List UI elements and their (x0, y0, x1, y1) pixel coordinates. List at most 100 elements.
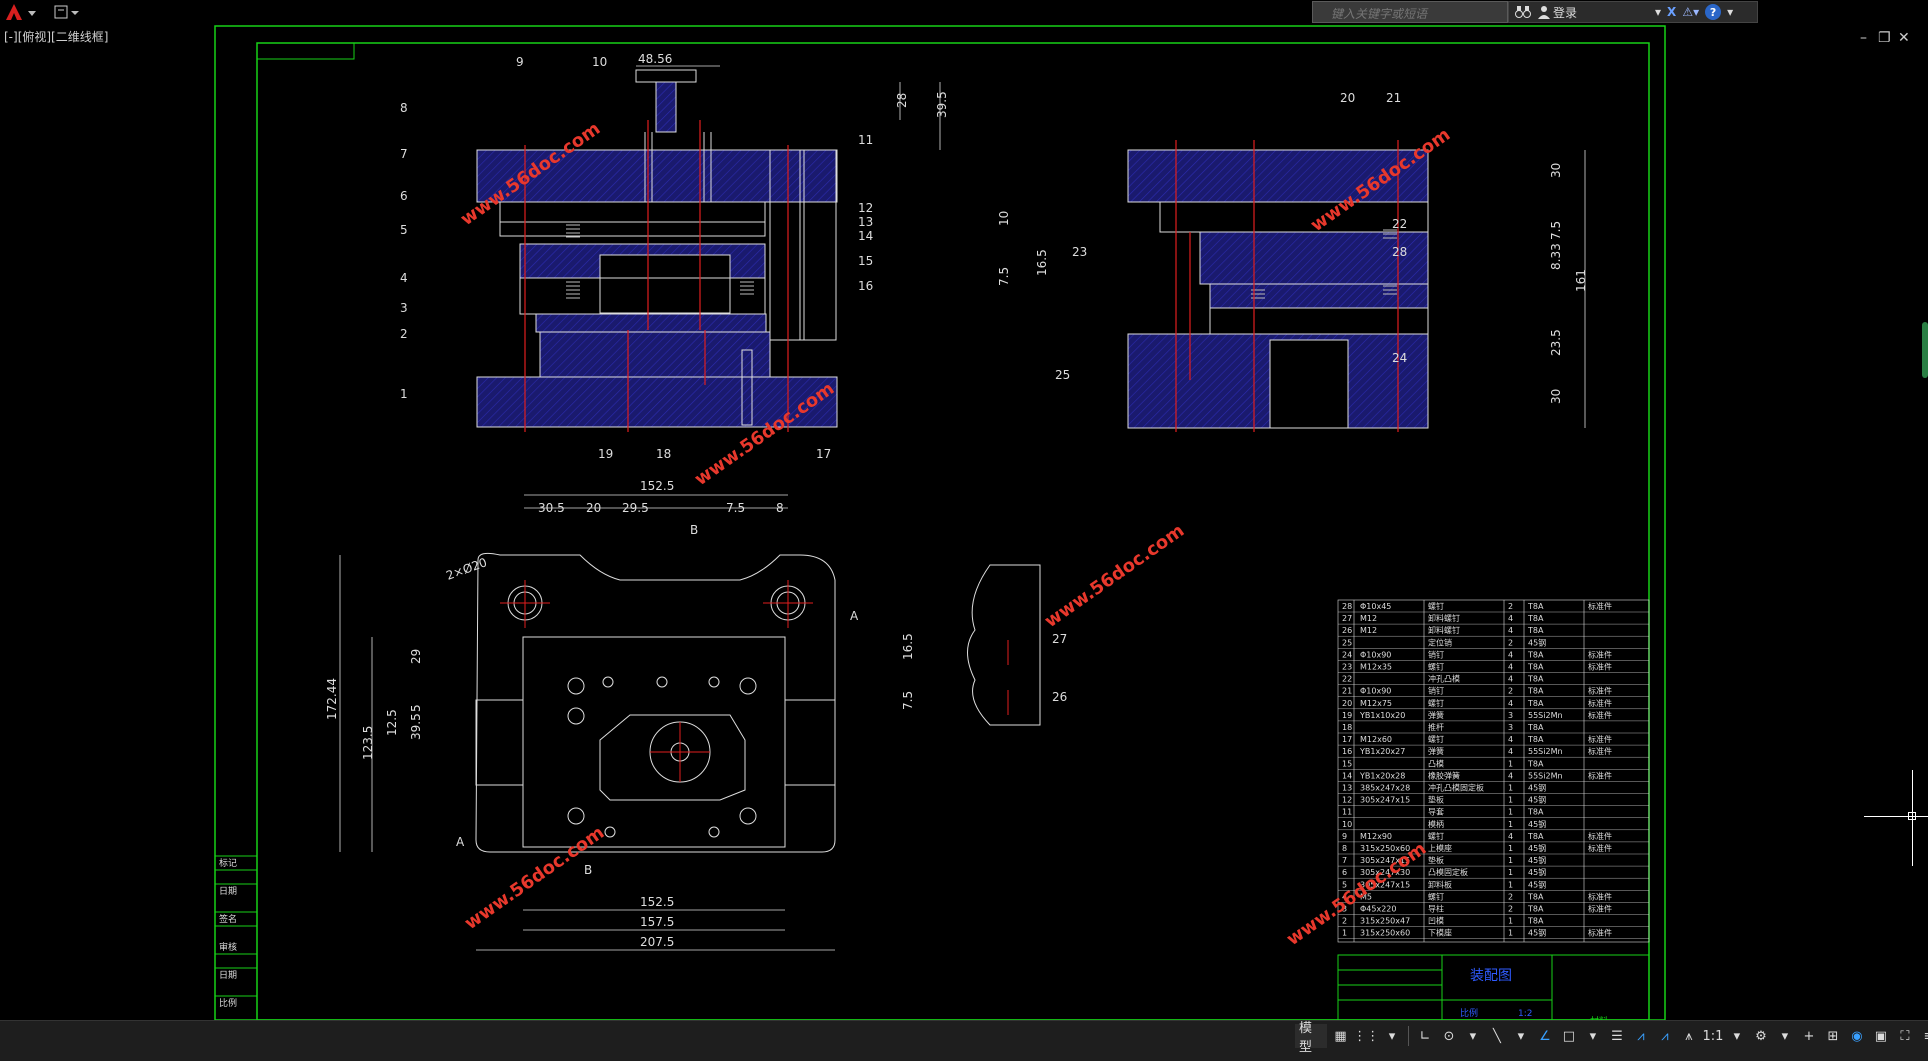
bom-cell: T8A (1527, 892, 1544, 901)
part-callout-number: 8 (400, 101, 408, 115)
bom-cell: 标准件 (1588, 734, 1612, 744)
bom-cell: 4 (1508, 626, 1513, 635)
isodraft-icon[interactable]: ╲ (1487, 1024, 1507, 1048)
bom-cell: 螺钉 (1428, 734, 1444, 744)
workspace-dropdown-icon[interactable]: ▾ (1775, 1024, 1795, 1048)
polar-dropdown-icon[interactable]: ▾ (1463, 1024, 1483, 1048)
units-icon[interactable]: ⊞ (1823, 1024, 1843, 1048)
model-space-toggle[interactable]: 模型 (1295, 1021, 1327, 1055)
login-dropdown-icon[interactable]: ▾ (1655, 5, 1661, 19)
bom-cell: 卸料螺钉 (1428, 613, 1460, 623)
ortho-icon[interactable]: ∟ (1415, 1024, 1435, 1048)
bom-cell: 凸模 (1428, 758, 1444, 768)
bom-row: 15 凸模 1 T8A (1342, 758, 1544, 768)
bom-cell: 卸料螺钉 (1428, 625, 1460, 635)
bom-cell: 27 (1342, 614, 1352, 623)
part-callout-number: 18 (656, 447, 671, 461)
snap-dropdown-icon[interactable]: ▾ (1382, 1024, 1402, 1048)
annotation-scale-dropdown-icon[interactable]: ▾ (1727, 1024, 1747, 1048)
dimension-text: 23.5 (1549, 329, 1563, 356)
bom-cell: 冲孔凸模 (1428, 674, 1460, 684)
drawing-canvas[interactable]: 标记日期签名审核日期比例 28 Φ10x45 螺钉 2 T8A 标准件27 M1… (0, 24, 1928, 1020)
bom-cell: 推杆 (1428, 722, 1444, 732)
bom-cell: 2 (1508, 687, 1513, 696)
bom-cell: 2 (1508, 905, 1513, 914)
add-scale-icon[interactable]: + (1799, 1024, 1819, 1048)
bom-cell: 导柱 (1428, 904, 1444, 914)
bom-cell: Φ10x45 (1360, 602, 1391, 611)
bom-row: 3 Φ45x220 导柱 2 T8A 标准件 (1342, 904, 1612, 914)
dimension-text: 207.5 (640, 935, 674, 949)
bom-cell: 18 (1342, 723, 1352, 732)
object-snap-dropdown-icon[interactable]: ▾ (1583, 1024, 1603, 1048)
workspace-gear-icon[interactable]: ⚙ (1751, 1024, 1771, 1048)
login-button[interactable]: 登录 (1553, 4, 1577, 21)
bom-cell: 2 (1508, 638, 1513, 647)
bom-cell: 8 (1342, 844, 1347, 853)
bom-cell: 螺钉 (1428, 601, 1444, 611)
part-callout-number: 22 (1392, 217, 1407, 231)
part-callout-number: 6 (400, 189, 408, 203)
hardware-acceleration-icon[interactable]: ▣ (1871, 1024, 1891, 1048)
bom-cell: T8A (1527, 735, 1544, 744)
part-callout-number: 3 (400, 301, 408, 315)
isolate-objects-icon[interactable]: ◉ (1847, 1024, 1867, 1048)
object-snap-icon[interactable]: □ (1559, 1024, 1579, 1048)
customization-menu-icon[interactable]: ≡ (1919, 1024, 1928, 1048)
isodraft-dropdown-icon[interactable]: ▾ (1511, 1024, 1531, 1048)
title-block (1337, 954, 1650, 1020)
search-input[interactable] (1312, 1, 1508, 23)
bom-cell: 55Si2Mn (1528, 711, 1563, 720)
dimension-text: 157.5 (640, 915, 674, 929)
section-label: A (456, 835, 465, 849)
scale-value: 1:2 (1518, 1009, 1532, 1019)
object-snap-tracking-icon[interactable]: ∠ (1535, 1024, 1555, 1048)
dimension-text: 39.5 (409, 713, 423, 740)
selection-cycling-icon[interactable]: ⩘ (1655, 1024, 1675, 1048)
bom-row: 24 Φ10x90 销钉 4 T8A 标准件 (1342, 649, 1612, 659)
help-button[interactable]: ? (1705, 4, 1722, 20)
bom-row: 4 M5 螺钉 2 T8A 标准件 (1342, 891, 1612, 901)
transparency-icon[interactable]: ⩘ (1631, 1024, 1651, 1048)
bom-cell: 橡胶弹簧 (1428, 770, 1460, 780)
bom-cell: 11 (1342, 808, 1352, 817)
bom-row: 13 385x247x28 冲孔凸模固定板 1 45钢 (1342, 783, 1546, 793)
polar-tracking-icon[interactable]: ⊙ (1439, 1024, 1459, 1048)
hole-dimension-text: 2×Ø20 (444, 555, 489, 583)
bom-cell: 1 (1508, 784, 1513, 793)
bom-cell: T8A (1527, 905, 1544, 914)
bom-cell: M12x35 (1360, 663, 1392, 672)
annotation-scale-value[interactable]: 1:1 (1702, 1024, 1723, 1048)
bom-row: 28 Φ10x45 螺钉 2 T8A 标准件 (1342, 601, 1612, 611)
section-label: B (584, 863, 592, 877)
bom-cell: 26 (1342, 626, 1352, 635)
part-callout-number: 27 (1052, 632, 1067, 646)
bom-cell: 3 (1508, 711, 1513, 720)
quick-access-save-icon[interactable] (50, 2, 84, 22)
clean-screen-icon[interactable]: ⛶ (1895, 1024, 1915, 1048)
watermark-text: www.56doc.com (1041, 520, 1188, 632)
stay-connected-icon[interactable]: ⚠▾ (1682, 5, 1699, 19)
bom-cell: Φ10x90 (1360, 650, 1391, 659)
dimension-text: 39.5 (935, 91, 949, 118)
revision-strip-label: 日期 (219, 970, 237, 981)
plan-view (475, 552, 836, 853)
binoculars-icon[interactable] (1515, 5, 1531, 19)
part-callout-number: 16 (858, 279, 873, 293)
bom-cell: 28 (1342, 602, 1352, 611)
exchange-apps-button[interactable]: X (1667, 5, 1676, 19)
help-dropdown-icon[interactable]: ▾ (1727, 5, 1733, 19)
bom-cell: 1 (1508, 796, 1513, 805)
bom-cell: 垫板 (1428, 855, 1444, 865)
annotation-visibility-icon[interactable]: ⩚ (1679, 1024, 1699, 1048)
user-icon[interactable] (1537, 5, 1551, 19)
bom-cell: 45钢 (1528, 783, 1546, 793)
application-menu-button[interactable] (0, 0, 42, 24)
bom-cell: T8A (1527, 602, 1544, 611)
snap-mode-icon[interactable]: ⋮⋮ (1353, 1024, 1379, 1048)
bom-row: 10 模柄 1 45钢 (1342, 819, 1546, 829)
drawing-number-box (256, 42, 355, 60)
grid-icon[interactable]: ▦ (1331, 1024, 1351, 1048)
lineweight-icon[interactable]: ☰ (1607, 1024, 1627, 1048)
dimension-text: 10 (997, 211, 1011, 226)
